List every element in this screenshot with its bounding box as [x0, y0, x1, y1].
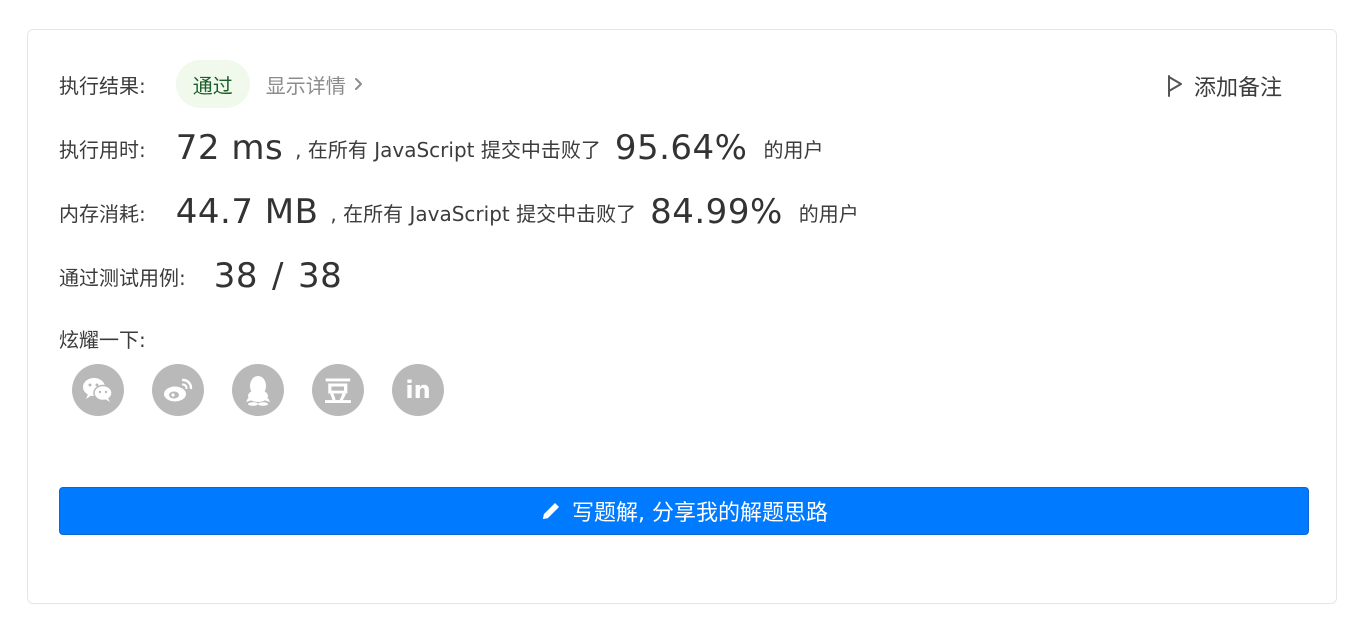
write-solution-button[interactable]: 写题解, 分享我的解题思路: [59, 487, 1309, 535]
linkedin-glyph: in: [405, 376, 431, 404]
share-label: 炫耀一下:: [59, 328, 146, 352]
memory-label: 内存消耗:: [59, 201, 146, 226]
memory-beat-text: , 在所有 JavaScript 提交中击败了: [330, 201, 637, 226]
runtime-label: 执行用时:: [59, 137, 146, 162]
result-row: 执行结果: 通过 显示详情: [59, 60, 363, 108]
memory-value: 44.7 MB: [175, 192, 319, 232]
douban-icon[interactable]: 豆: [312, 364, 364, 416]
pencil-icon: [543, 503, 559, 519]
tests-row: 通过测试用例: 38 / 38: [59, 256, 342, 296]
tests-label: 通过测试用例:: [59, 265, 186, 290]
linkedin-icon[interactable]: in: [392, 364, 444, 416]
flag-icon: [1167, 75, 1182, 97]
memory-row: 内存消耗: 44.7 MB , 在所有 JavaScript 提交中击败了 84…: [59, 192, 859, 232]
runtime-percent: 95.64%: [614, 128, 748, 168]
runtime-suffix: 的用户: [763, 137, 824, 162]
share-row: 炫耀一下:: [59, 324, 146, 353]
add-note-label: 添加备注: [1193, 76, 1282, 101]
memory-percent: 84.99%: [650, 192, 783, 232]
qq-icon[interactable]: [232, 364, 284, 416]
runtime-row: 执行用时: 72 ms , 在所有 JavaScript 提交中击败了 95.6…: [59, 128, 824, 168]
tests-separator: /: [272, 256, 284, 296]
runtime-beat-text: , 在所有 JavaScript 提交中击败了: [295, 137, 601, 162]
runtime-value: 72 ms: [175, 128, 284, 168]
show-details-link[interactable]: 显示详情: [266, 70, 363, 99]
share-icons: 豆 in: [72, 364, 444, 416]
weibo-icon[interactable]: [152, 364, 204, 416]
result-label: 执行结果:: [59, 73, 146, 98]
submission-result-card: 执行结果: 通过 显示详情 添加备注 执行用时: 72 ms , 在所有 Jav…: [27, 29, 1337, 604]
chevron-right-icon: [354, 78, 362, 90]
qq-glyph: [246, 376, 270, 406]
memory-suffix: 的用户: [798, 201, 859, 226]
add-note-button[interactable]: 添加备注: [1166, 70, 1282, 102]
show-details-label: 显示详情: [265, 73, 346, 98]
douban-glyph: 豆: [323, 375, 352, 408]
wechat-icon[interactable]: [72, 364, 124, 416]
weibo-glyph: [164, 378, 193, 402]
tests-total: 38: [297, 256, 343, 296]
tests-passed: 38: [213, 256, 259, 296]
write-solution-label: 写题解, 分享我的解题思路: [572, 501, 828, 526]
status-badge: 通过: [175, 60, 250, 108]
wechat-glyph: [83, 378, 113, 402]
